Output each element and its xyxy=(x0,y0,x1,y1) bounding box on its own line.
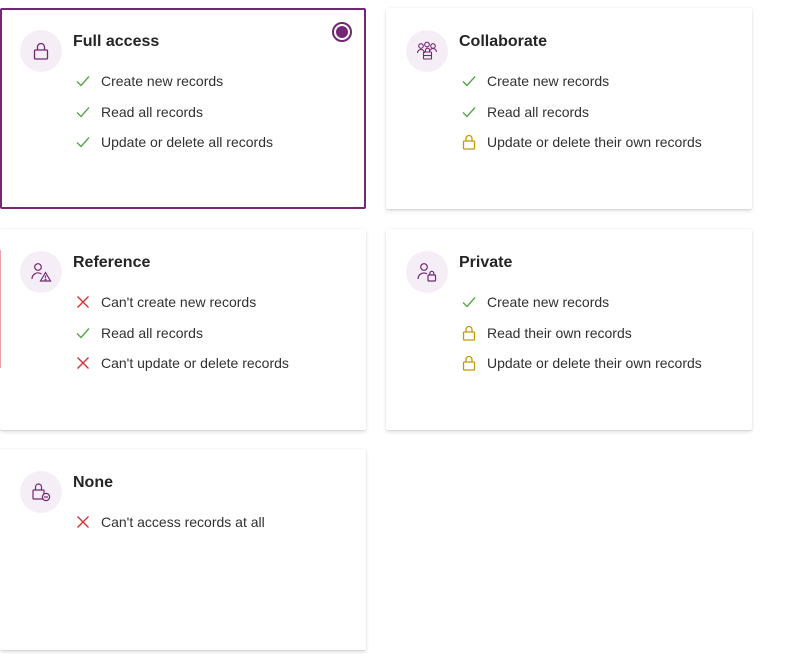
permission-text: Update or delete their own records xyxy=(487,355,702,372)
permission-item: Can't access records at all xyxy=(74,507,265,538)
person-lock-icon xyxy=(406,251,448,293)
cross-icon xyxy=(74,513,92,531)
card-title: None xyxy=(73,474,113,491)
permission-list: Can't access records at all xyxy=(74,507,265,538)
permission-text: Update or delete their own records xyxy=(487,134,702,151)
lock-blocked-icon xyxy=(20,471,62,513)
permission-item: Can't create new records xyxy=(74,287,289,318)
permission-item: Update or delete all records xyxy=(74,127,273,158)
permission-item: Read all records xyxy=(74,97,273,128)
check-icon xyxy=(74,133,92,151)
people-group-icon xyxy=(406,30,448,72)
lock-icon xyxy=(460,133,478,151)
permission-text: Can't update or delete records xyxy=(101,355,289,372)
cross-icon xyxy=(74,354,92,372)
check-icon xyxy=(460,293,478,311)
permission-list: Create new records Read all records Upda… xyxy=(460,66,702,158)
card-private[interactable]: Private Create new records Read their ow… xyxy=(386,229,752,430)
permission-item: Read all records xyxy=(74,318,289,349)
permission-item: Create new records xyxy=(74,66,273,97)
permission-item: Can't update or delete records xyxy=(74,348,289,379)
permission-list: Create new records Read all records Upda… xyxy=(74,66,273,158)
check-icon xyxy=(74,324,92,342)
permission-list: Create new records Read their own record… xyxy=(460,287,702,379)
check-icon xyxy=(74,72,92,90)
permission-list: Can't create new records Read all record… xyxy=(74,287,289,379)
check-icon xyxy=(460,72,478,90)
lock-icon xyxy=(460,354,478,372)
person-warning-icon xyxy=(20,251,62,293)
card-reference[interactable]: Reference Can't create new records Read … xyxy=(0,229,366,430)
check-icon xyxy=(460,103,478,121)
permission-text: Read all records xyxy=(101,103,203,120)
lock-icon xyxy=(460,324,478,342)
cross-icon xyxy=(74,293,92,311)
card-none[interactable]: None Can't access records at all xyxy=(0,449,366,650)
permission-item: Create new records xyxy=(460,66,702,97)
card-title: Reference xyxy=(73,254,151,271)
permission-item: Read their own records xyxy=(460,318,702,349)
check-icon xyxy=(74,103,92,121)
card-collaborate[interactable]: Collaborate Create new records Read all … xyxy=(386,8,752,209)
selected-radio[interactable] xyxy=(332,22,352,42)
permission-item: Read all records xyxy=(460,97,702,128)
permission-item: Create new records xyxy=(460,287,702,318)
permission-text: Create new records xyxy=(487,294,610,311)
left-accent-line xyxy=(0,250,1,368)
card-title: Private xyxy=(459,254,513,271)
permission-text: Can't access records at all xyxy=(101,514,265,531)
permission-item: Update or delete their own records xyxy=(460,127,702,158)
permission-text: Create new records xyxy=(487,73,610,90)
permission-text: Can't create new records xyxy=(101,294,257,311)
permission-text: Read their own records xyxy=(487,324,632,341)
permission-text: Read all records xyxy=(101,324,203,341)
radio-dot xyxy=(336,26,348,38)
lock-icon xyxy=(20,30,62,72)
permission-item: Update or delete their own records xyxy=(460,348,702,379)
card-title: Collaborate xyxy=(459,33,548,50)
permission-text: Create new records xyxy=(101,73,224,90)
card-full-access[interactable]: Full access Create new records Read all … xyxy=(0,8,366,209)
card-title: Full access xyxy=(73,33,160,50)
permission-text: Read all records xyxy=(487,103,589,120)
permission-text: Update or delete all records xyxy=(101,134,273,151)
